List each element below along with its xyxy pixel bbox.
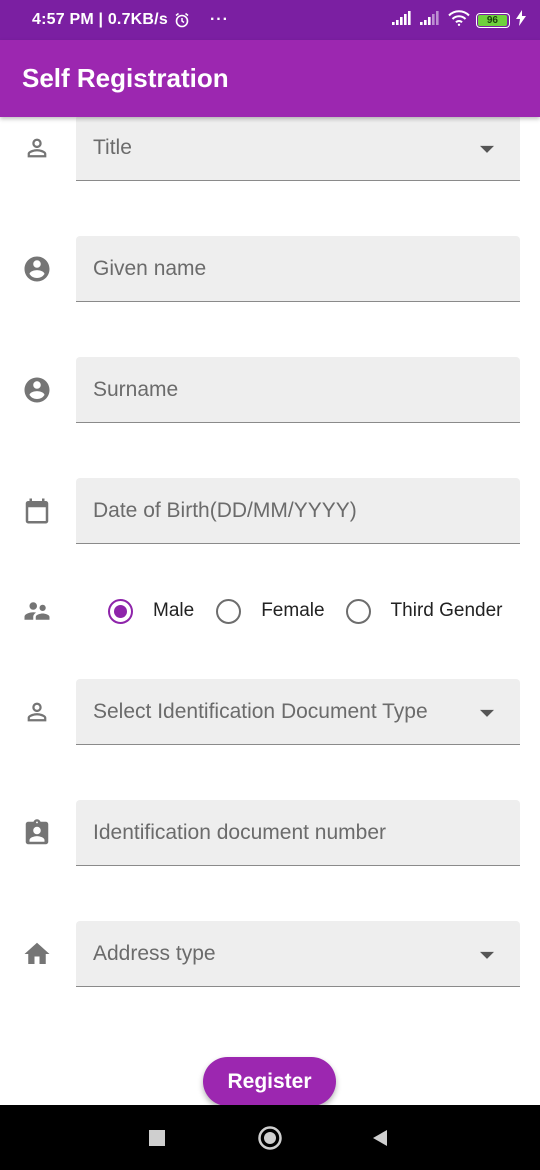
address-type-label: Address type <box>93 941 216 965</box>
more-notifications-icon: ··· <box>209 11 229 28</box>
id-doc-type-label: Select Identification Document Type <box>93 699 428 723</box>
surname-field[interactable]: Surname <box>76 357 520 423</box>
radio-label-male: Male <box>153 600 195 621</box>
back-icon[interactable] <box>371 1129 389 1147</box>
account-circle-icon <box>22 375 52 405</box>
status-right: 96 <box>392 9 526 31</box>
alarm-icon <box>174 12 190 28</box>
system-nav-bar <box>0 1105 540 1170</box>
id-doc-type-row: Select Identification Document Type <box>0 679 540 745</box>
dob-field[interactable]: Date of Birth(DD/MM/YYYY) <box>76 478 520 544</box>
title-select[interactable]: Title <box>76 115 520 181</box>
gender-option-female[interactable]: Female <box>216 598 325 624</box>
page-title: Self Registration <box>22 63 229 93</box>
gender-option-male[interactable]: Male <box>108 598 195 624</box>
signal-icon <box>392 10 414 30</box>
given-name-placeholder: Given name <box>93 256 207 280</box>
screen: 4:57 PM | 0.7KB/s ··· 96 Self Registrati… <box>0 0 540 1170</box>
person-outline-icon <box>22 697 52 727</box>
id-doc-number-row: Identification document number <box>0 800 540 866</box>
wifi-icon <box>448 9 470 31</box>
dropdown-arrow-icon <box>480 145 494 153</box>
register-button[interactable]: Register <box>203 1057 336 1106</box>
gender-row: Male Female Third Gender <box>0 578 540 644</box>
given-name-field[interactable]: Given name <box>76 236 520 302</box>
people-icon <box>22 596 52 626</box>
calendar-icon <box>22 496 52 526</box>
badge-icon <box>22 818 52 848</box>
recents-icon[interactable] <box>148 1129 166 1147</box>
given-name-row: Given name <box>0 236 540 302</box>
radio-button-unchecked[interactable] <box>216 598 242 624</box>
dob-row: Date of Birth(DD/MM/YYYY) <box>0 478 540 544</box>
app-bar: Self Registration <box>0 40 540 117</box>
radio-button-checked[interactable] <box>108 598 133 624</box>
person-outline-icon <box>22 133 52 163</box>
charging-icon <box>516 9 526 31</box>
radio-label-third-gender: Third Gender <box>390 600 503 621</box>
address-type-select[interactable]: Address type <box>76 921 520 987</box>
home-icon <box>22 939 52 969</box>
dropdown-arrow-icon <box>480 951 494 959</box>
battery-icon: 96 <box>476 12 510 28</box>
battery-level: 96 <box>478 14 507 26</box>
radio-dot <box>114 604 127 618</box>
dob-placeholder: Date of Birth(DD/MM/YYYY) <box>93 498 357 522</box>
status-bar: 4:57 PM | 0.7KB/s ··· 96 <box>0 0 540 40</box>
account-circle-icon <box>22 254 52 284</box>
title-select-label: Title <box>93 135 132 159</box>
surname-row: Surname <box>0 357 540 423</box>
home-button-icon[interactable] <box>257 1125 283 1151</box>
id-doc-type-select[interactable]: Select Identification Document Type <box>76 679 520 745</box>
dropdown-arrow-icon <box>480 709 494 717</box>
radio-label-female: Female <box>261 600 325 621</box>
gender-radio-group: Male Female Third Gender <box>108 578 503 644</box>
id-doc-number-placeholder: Identification document number <box>93 820 387 844</box>
id-doc-number-field[interactable]: Identification document number <box>76 800 520 866</box>
surname-placeholder: Surname <box>93 377 179 401</box>
status-time: 4:57 PM | 0.7KB/s <box>32 11 168 28</box>
radio-button-unchecked[interactable] <box>345 598 371 624</box>
gender-option-third[interactable]: Third Gender <box>345 598 503 624</box>
signal-secondary-icon <box>420 10 442 30</box>
title-row: Title <box>0 115 540 181</box>
address-type-row: Address type <box>0 921 540 987</box>
